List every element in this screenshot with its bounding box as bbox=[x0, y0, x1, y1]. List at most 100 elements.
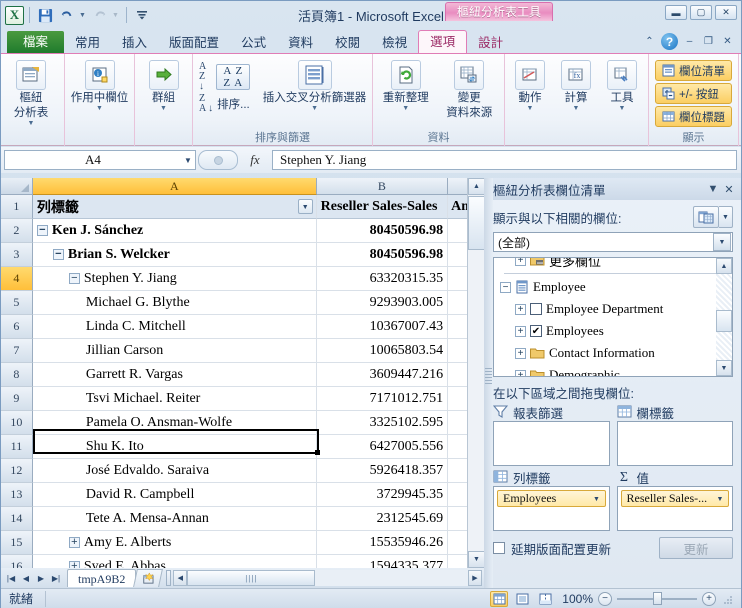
column-header-b[interactable]: B bbox=[316, 178, 449, 195]
cell-b12[interactable]: 5926418.357 bbox=[316, 459, 449, 483]
cell-a5[interactable]: Michael G. Blythe bbox=[32, 291, 317, 315]
cell-a4[interactable]: − Stephen Y. Jiang bbox=[32, 267, 317, 291]
field-tree-item-contact-information[interactable]: + Contact Information bbox=[500, 342, 732, 364]
update-button[interactable]: 更新 bbox=[659, 537, 733, 559]
cell-a15[interactable]: + Amy E. Alberts bbox=[32, 531, 317, 555]
group-button[interactable]: 群組 ▼ bbox=[137, 57, 190, 113]
expand-icon[interactable]: + bbox=[515, 347, 526, 359]
insert-function-icon[interactable]: fx bbox=[238, 152, 272, 168]
field-relation-icon[interactable] bbox=[693, 206, 719, 228]
row-header[interactable]: 6 bbox=[1, 315, 33, 339]
cell-b5[interactable]: 9293903.005 bbox=[316, 291, 449, 315]
chevron-down-icon[interactable]: ▼ bbox=[402, 105, 409, 113]
scroll-up-icon[interactable]: ▲ bbox=[468, 178, 485, 195]
prev-sheet-icon[interactable]: ◀ bbox=[19, 571, 33, 586]
collapse-icon[interactable]: − bbox=[500, 281, 511, 293]
pivottable-button[interactable]: 樞紐 分析表 ▼ bbox=[3, 57, 59, 128]
cell-a11[interactable]: Shu K. Ito bbox=[32, 435, 317, 459]
row-header[interactable]: 12 bbox=[1, 459, 33, 483]
zoom-out-button[interactable]: − bbox=[598, 591, 612, 606]
tab-options[interactable]: 選項 bbox=[418, 30, 468, 54]
cell-b11[interactable]: 6427005.556 bbox=[316, 435, 449, 459]
zoom-slider-thumb[interactable] bbox=[653, 592, 662, 605]
page-layout-view-button[interactable] bbox=[513, 591, 531, 607]
tab-design[interactable]: 設計 bbox=[467, 32, 514, 54]
field-checkbox-checked[interactable]: ✔ bbox=[530, 325, 542, 337]
minimize-button[interactable]: ▬ bbox=[665, 5, 687, 20]
collapse-icon[interactable]: − bbox=[68, 273, 80, 284]
cell-a13[interactable]: David R. Campbell bbox=[32, 483, 317, 507]
chevron-down-icon[interactable]: ▼ bbox=[311, 105, 318, 113]
row-header[interactable]: 10 bbox=[1, 411, 33, 435]
row-labels-zone[interactable]: 列標籤 Employees ▼ bbox=[493, 469, 610, 531]
page-break-view-button[interactable] bbox=[536, 591, 554, 607]
field-list-close-icon[interactable]: ✕ bbox=[721, 183, 737, 196]
row-header[interactable]: 13 bbox=[1, 483, 33, 507]
scroll-up-icon[interactable]: ▲ bbox=[716, 258, 732, 274]
cell-a8[interactable]: Garrett R. Vargas bbox=[32, 363, 317, 387]
chevron-down-icon[interactable]: ▼ bbox=[713, 233, 731, 251]
cell-b6[interactable]: 10367007.43 bbox=[316, 315, 449, 339]
expand-icon[interactable]: + bbox=[515, 303, 526, 315]
expand-icon[interactable]: + bbox=[515, 325, 526, 337]
cell-b1[interactable]: Reseller Sales-Sales bbox=[316, 195, 449, 219]
field-tree-item-more-fields[interactable]: + 更多欄位 bbox=[500, 258, 732, 271]
field-tree-item-demographic[interactable]: + Demographic bbox=[500, 364, 732, 376]
chevron-down-icon[interactable]: ▼ bbox=[573, 105, 580, 113]
select-all-corner[interactable] bbox=[1, 178, 33, 195]
plus-minus-toggle[interactable]: +/- 按鈕 bbox=[655, 83, 732, 104]
chevron-down-icon[interactable]: ▼ bbox=[96, 105, 103, 113]
cell-b3[interactable]: 80450596.98 bbox=[316, 243, 449, 267]
normal-view-button[interactable] bbox=[490, 590, 508, 607]
minimize-workbook-button[interactable]: – bbox=[682, 36, 697, 47]
close-button[interactable]: ✕ bbox=[715, 5, 737, 20]
new-sheet-icon[interactable] bbox=[133, 569, 164, 587]
cell-a2[interactable]: − Ken J. Sánchez bbox=[32, 219, 317, 243]
row-header[interactable]: 3 bbox=[1, 243, 33, 267]
insert-slicer-button[interactable]: 插入交叉分析篩選器 ▼ bbox=[259, 57, 370, 113]
sort-ascending-icon[interactable]: AZ ↓ bbox=[199, 62, 212, 92]
actions-button[interactable]: 動作 ▼ bbox=[507, 57, 553, 113]
collapse-icon[interactable]: − bbox=[52, 249, 64, 260]
report-filter-zone[interactable]: 報表篩選 bbox=[492, 404, 610, 466]
field-list-toggle[interactable]: 欄位清單 bbox=[655, 60, 732, 81]
chevron-down-icon[interactable]: ▼ bbox=[619, 105, 626, 113]
chevron-down-icon[interactable]: ▼ bbox=[28, 120, 35, 128]
defer-layout-update-checkbox[interactable] bbox=[493, 542, 505, 554]
formula-input[interactable]: Stephen Y. Jiang bbox=[272, 150, 737, 170]
collapse-icon[interactable]: − bbox=[36, 225, 48, 236]
name-box[interactable]: A4 ▼ bbox=[4, 150, 196, 170]
field-headers-toggle[interactable]: 欄位標題 bbox=[655, 106, 732, 127]
cell-a3[interactable]: − Brian S. Welcker bbox=[32, 243, 317, 267]
cell-b13[interactable]: 3729945.35 bbox=[316, 483, 449, 507]
field-tree-item-employees[interactable]: + ✔ Employees bbox=[500, 320, 732, 342]
tab-home[interactable]: 常用 bbox=[64, 32, 111, 54]
resize-grip-icon[interactable] bbox=[723, 594, 733, 604]
cell-b2[interactable]: 80450596.98 bbox=[316, 219, 449, 243]
row-header[interactable]: 2 bbox=[1, 219, 33, 243]
calculations-button[interactable]: fx 計算 ▼ bbox=[553, 57, 599, 113]
field-chip-employees[interactable]: Employees ▼ bbox=[497, 490, 606, 507]
field-tree-list[interactable]: + 更多欄位 − Employee + Employee Department … bbox=[493, 257, 733, 377]
expand-icon[interactable]: + bbox=[68, 561, 80, 568]
close-workbook-button[interactable]: ✕ bbox=[720, 36, 735, 47]
row-header[interactable]: 16 bbox=[1, 555, 33, 568]
cell-a9[interactable]: Tsvi Michael. Reiter bbox=[32, 387, 317, 411]
cell-a14[interactable]: Tete A. Mensa-Annan bbox=[32, 507, 317, 531]
zoom-level[interactable]: 100% bbox=[559, 592, 593, 606]
show-fields-select[interactable]: (全部) ▼ bbox=[493, 232, 733, 252]
field-list-menu-icon[interactable]: ▼ bbox=[705, 183, 721, 195]
split-handle[interactable] bbox=[166, 570, 172, 586]
sort-dialog-icon[interactable]: A ZZ A bbox=[216, 64, 251, 90]
refresh-button[interactable]: 重新整理 ▼ bbox=[375, 57, 437, 113]
tab-page-layout[interactable]: 版面配置 bbox=[158, 32, 230, 54]
expand-icon[interactable]: + bbox=[68, 537, 80, 548]
scrollbar-thumb[interactable] bbox=[468, 196, 485, 250]
field-tree-item-employee[interactable]: − Employee bbox=[500, 276, 732, 298]
cell-a16[interactable]: + Syed E. Abbas bbox=[33, 555, 317, 568]
row-header[interactable]: 9 bbox=[1, 387, 33, 411]
restore-workbook-button[interactable]: ❐ bbox=[701, 36, 716, 47]
cell-b16[interactable]: 1594335.377 bbox=[317, 555, 449, 568]
maximize-button[interactable]: ▢ bbox=[690, 5, 712, 20]
help-icon[interactable]: ? bbox=[661, 33, 678, 50]
